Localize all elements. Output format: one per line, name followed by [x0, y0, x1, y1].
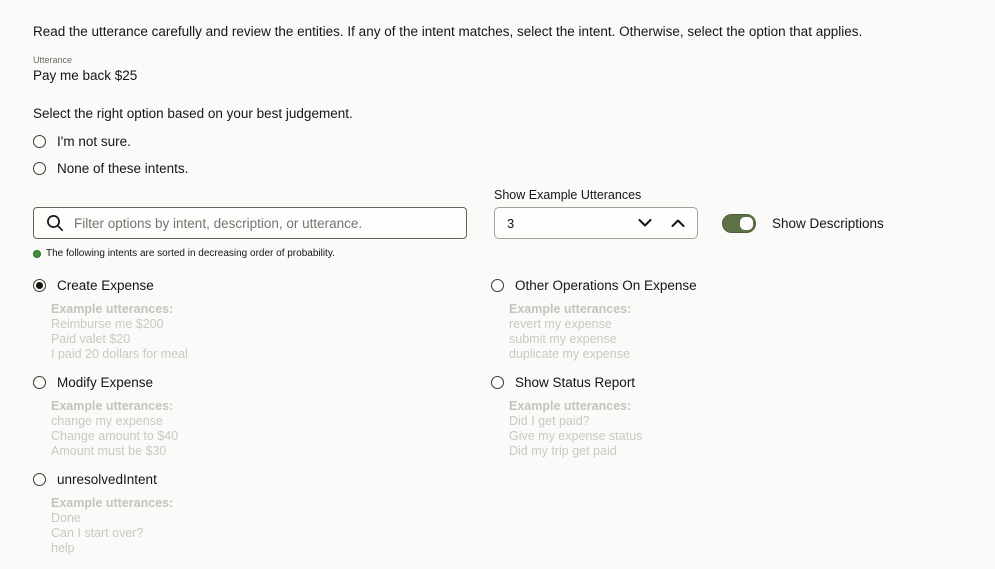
example-utterance: Done	[51, 511, 81, 525]
prompt-text: Select the right option based on your be…	[33, 106, 353, 121]
radio-button[interactable]	[33, 134, 46, 148]
example-utterances-block: Example utterances: Done Can I start over…	[51, 496, 491, 556]
chevron-down-icon[interactable]	[638, 215, 652, 231]
chevron-up-icon[interactable]	[671, 215, 685, 231]
show-descriptions-toggle[interactable]	[722, 214, 756, 233]
show-example-utterances-label: Show Example Utterances	[494, 188, 642, 202]
intent-labeling-page: Read the utterance carefully and review …	[0, 0, 995, 569]
example-utterances-block: Example utterances: revert my expense sub…	[509, 302, 949, 362]
example-utterances-header: Example utterances:	[51, 399, 174, 413]
example-utterance: change my expense	[51, 414, 163, 428]
radio-button[interactable]	[33, 473, 46, 486]
radio-button[interactable]	[491, 279, 504, 292]
example-utterance: revert my expense	[509, 317, 612, 331]
intent-option[interactable]: Create Expense	[33, 278, 491, 293]
example-utterance: Did my trip get paid	[509, 444, 617, 458]
intent-item: Other Operations On Expense Example utte…	[491, 278, 949, 364]
intent-option[interactable]: Modify Expense	[33, 375, 491, 390]
filter-input-wrapper	[33, 207, 467, 239]
fallback-options: I'm not sure. None of these intents.	[33, 133, 995, 176]
utterance-value: Pay me back $25	[33, 68, 138, 83]
search-icon	[46, 214, 64, 232]
utterance-label: Utterance	[33, 55, 73, 65]
intent-label: Modify Expense	[57, 375, 154, 390]
radio-label: I'm not sure.	[57, 133, 131, 149]
example-utterances-block: Example utterances: change my expense Cha…	[51, 399, 491, 459]
intent-column-left: Create Expense Example utterances: Reimb…	[33, 278, 491, 569]
example-utterance: help	[51, 541, 75, 555]
example-utterances-list: Reimburse me $200 Paid valet $20 I paid 20…	[51, 317, 491, 362]
example-utterances-header: Example utterances:	[51, 496, 174, 510]
intent-column-right: Other Operations On Expense Example utte…	[491, 278, 949, 569]
radio-button[interactable]	[491, 376, 504, 389]
example-utterances-list: Did I get paid? Give my expense status Did…	[509, 414, 949, 459]
info-dot-icon	[33, 249, 41, 258]
toggle-knob	[740, 217, 753, 230]
intent-label: Show Status Report	[515, 375, 636, 390]
intent-item: Create Expense Example utterances: Reimb…	[33, 278, 491, 364]
example-utterance: I paid 20 dollars for meal	[51, 347, 188, 361]
example-utterance: Paid valet $20	[51, 332, 131, 346]
example-utterances-header: Example utterances:	[509, 399, 632, 413]
intent-option[interactable]: Other Operations On Expense	[491, 278, 949, 293]
example-count-group: Show Example Utterances 3	[494, 188, 698, 239]
intent-item: Modify Expense Example utterances: chang…	[33, 375, 491, 461]
intent-option[interactable]: Show Status Report	[491, 375, 949, 390]
example-utterances-header: Example utterances:	[509, 302, 632, 316]
example-utterance: submit my expense	[509, 332, 617, 346]
sort-note-text: The following intents are sorted in decr…	[46, 248, 335, 259]
intent-option[interactable]: unresolvedIntent	[33, 472, 491, 487]
example-utterances-header: Example utterances:	[51, 302, 174, 316]
utterance-block: Utterance Pay me back $25	[33, 55, 995, 83]
example-utterance: Can I start over?	[51, 526, 144, 540]
example-utterance: Amount must be $30	[51, 444, 167, 458]
example-utterances-list: revert my expense submit my expense duplic…	[509, 317, 949, 362]
radio-button[interactable]	[33, 376, 46, 389]
example-utterances-list: change my expense Change amount to $40 Amo…	[51, 414, 491, 459]
radio-label: None of these intents.	[57, 160, 189, 176]
intent-item: unresolvedIntent Example utterances: Don…	[33, 472, 491, 558]
example-utterance: Reimburse me $200	[51, 317, 164, 331]
intent-item: Show Status Report Example utterances: D…	[491, 375, 949, 461]
example-utterance: Change amount to $40	[51, 429, 179, 443]
intent-label: Other Operations On Expense	[515, 278, 697, 293]
filter-input[interactable]	[74, 215, 454, 231]
intent-label: Create Expense	[57, 278, 154, 293]
example-count-value: 3	[507, 215, 515, 231]
controls-row: Show Example Utterances 3 Show D	[33, 188, 995, 239]
example-utterances-block: Example utterances: Reimburse me $200 Pai…	[51, 302, 491, 362]
example-utterance: duplicate my expense	[509, 347, 630, 361]
example-utterance: Give my expense status	[509, 429, 643, 443]
sort-note-row: The following intents are sorted in decr…	[33, 248, 995, 259]
radio-button[interactable]	[33, 161, 46, 175]
radio-button[interactable]	[33, 279, 46, 292]
example-count-spinner[interactable]: 3	[494, 207, 698, 239]
intent-options: Create Expense Example utterances: Reimb…	[33, 278, 995, 569]
instruction-text: Read the utterance carefully and review …	[33, 24, 863, 39]
fallback-option[interactable]: None of these intents.	[33, 160, 995, 176]
show-descriptions-label: Show Descriptions	[772, 216, 884, 231]
example-utterance: Did I get paid?	[509, 414, 590, 428]
show-descriptions-group: Show Descriptions	[722, 214, 884, 233]
example-utterances-list: Done Can I start over? help	[51, 511, 491, 556]
example-utterances-block: Example utterances: Did I get paid? Give …	[509, 399, 949, 459]
fallback-option[interactable]: I'm not sure.	[33, 133, 995, 149]
intent-label: unresolvedIntent	[57, 472, 157, 487]
